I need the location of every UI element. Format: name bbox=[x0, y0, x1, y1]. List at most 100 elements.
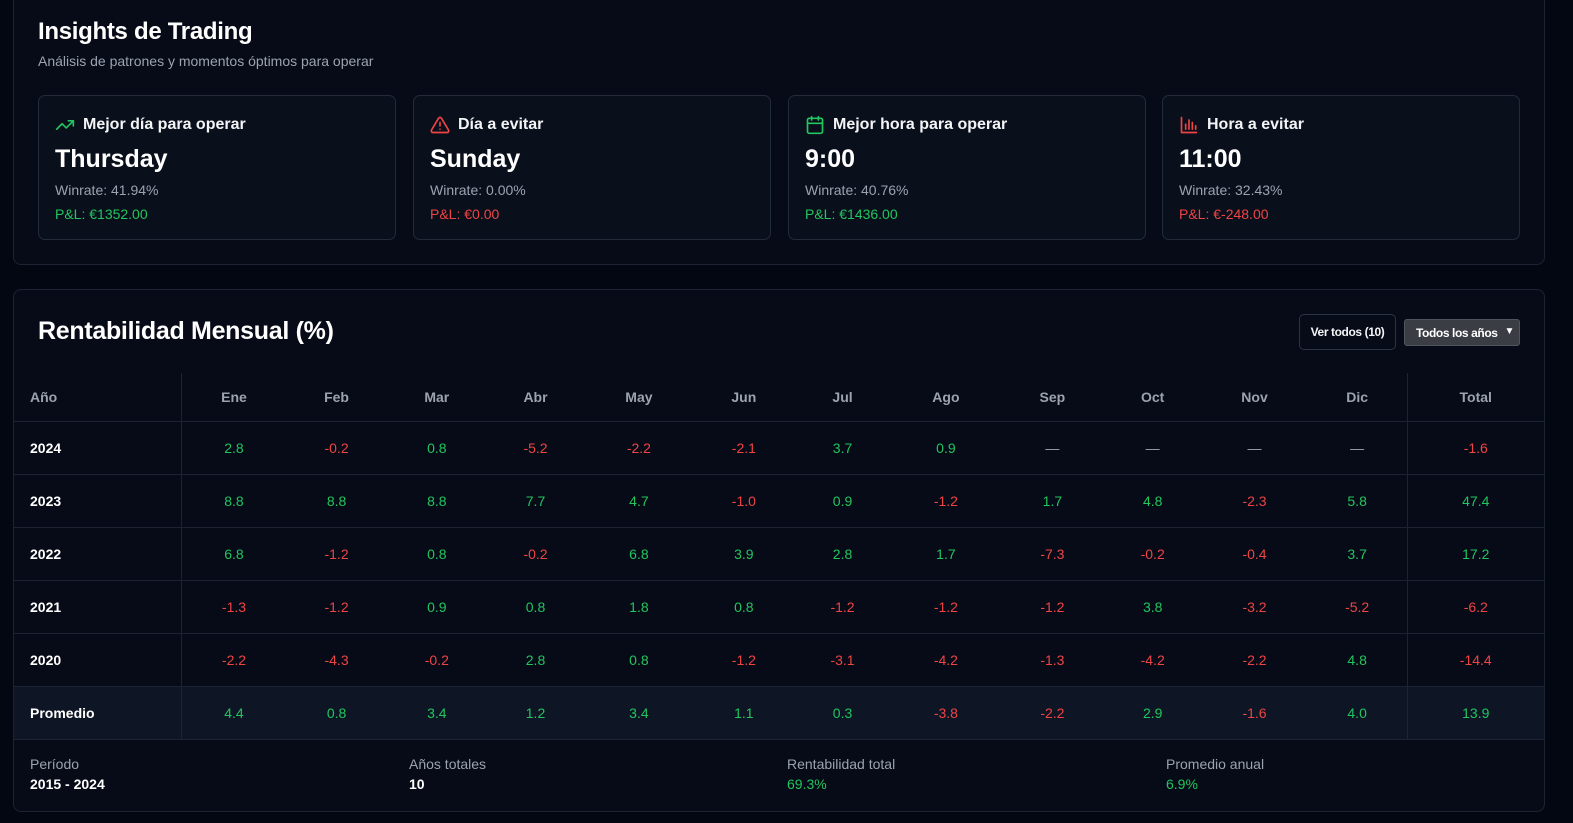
month-cell: -0.2 bbox=[386, 633, 487, 687]
month-cell: 4.8 bbox=[1104, 474, 1202, 528]
best-hour-card: Mejor hora para operar 9:00 Winrate: 40.… bbox=[788, 95, 1146, 240]
column-header: Sep bbox=[1000, 373, 1105, 422]
month-cell: 0.9 bbox=[891, 421, 1001, 475]
card-label: Mejor día para operar bbox=[83, 116, 246, 133]
monthly-returns-table: Año Ene Feb Mar Abr May Jun Jul Ago Sep Oct Nov Dic T… bbox=[14, 373, 1544, 740]
month-cell: -2.2 bbox=[1000, 686, 1105, 740]
summary-value: 69.3% bbox=[787, 776, 827, 792]
month-cell: 4.4 bbox=[181, 686, 287, 740]
column-header: Mar bbox=[386, 373, 487, 422]
month-cell: 8.8 bbox=[386, 474, 487, 528]
card-pl: P&L: €1436.00 bbox=[805, 206, 898, 222]
month-cell: -1.2 bbox=[286, 580, 387, 634]
month-cell: 1.7 bbox=[1000, 474, 1105, 528]
table-row: 2023 8.8 8.8 8.8 7.7 4.7 -1.0 0.9 -1.2 1.7 4.8 -2.3… bbox=[14, 474, 1544, 528]
year-cell: 2022 bbox=[14, 527, 182, 581]
table-header-row: Año Ene Feb Mar Abr May Jun Jul Ago Sep Oct Nov Dic T… bbox=[14, 373, 1544, 422]
year-filter-select[interactable]: Todos los años ▼ bbox=[1404, 319, 1520, 346]
month-cell: 0.8 bbox=[584, 633, 694, 687]
month-cell: -0.2 bbox=[486, 527, 585, 581]
month-cell: 6.8 bbox=[181, 527, 287, 581]
insights-panel: Insights de Trading Análisis de patrones… bbox=[13, 0, 1545, 265]
month-cell: 8.8 bbox=[181, 474, 287, 528]
card-pl: P&L: €1352.00 bbox=[55, 206, 148, 222]
month-cell: -5.2 bbox=[486, 421, 585, 475]
column-header: Feb bbox=[286, 373, 387, 422]
month-cell: -1.3 bbox=[181, 580, 287, 634]
card-winrate: Winrate: 0.00% bbox=[430, 182, 526, 198]
month-cell: -2.3 bbox=[1201, 474, 1308, 528]
card-label: Día a evitar bbox=[458, 116, 544, 133]
month-cell: -4.2 bbox=[891, 633, 1001, 687]
total-cell: 13.9 bbox=[1406, 686, 1544, 740]
month-cell: 0.8 bbox=[486, 580, 585, 634]
month-cell: 3.8 bbox=[1104, 580, 1202, 634]
calendar-icon bbox=[806, 115, 824, 135]
month-cell: -1.2 bbox=[793, 580, 892, 634]
summary-stat: Rentabilidad total 69.3% bbox=[787, 756, 895, 792]
best-day-card: Mejor día para operar Thursday Winrate: … bbox=[38, 95, 396, 240]
column-header: Oct bbox=[1104, 373, 1202, 422]
month-cell: 8.8 bbox=[286, 474, 387, 528]
column-header: Jul bbox=[793, 373, 892, 422]
bar-chart-icon bbox=[1180, 116, 1198, 134]
column-header: Abr bbox=[486, 373, 585, 422]
column-header: Dic bbox=[1307, 373, 1407, 422]
month-cell: 0.3 bbox=[793, 686, 892, 740]
summary-value: 10 bbox=[409, 776, 425, 792]
month-cell: -1.0 bbox=[693, 474, 794, 528]
summary-stat: Años totales 10 bbox=[409, 756, 486, 792]
card-value: 11:00 bbox=[1179, 145, 1242, 173]
alert-triangle-icon bbox=[430, 116, 450, 134]
avoid-hour-card: Hora a evitar 11:00 Winrate: 32.43% P&L:… bbox=[1162, 95, 1520, 240]
trending-up-icon bbox=[55, 120, 75, 130]
summary-label: Años totales bbox=[409, 756, 487, 772]
month-cell: 3.4 bbox=[584, 686, 694, 740]
summary-label: Rentabilidad total bbox=[787, 756, 896, 772]
month-cell: -1.2 bbox=[693, 633, 794, 687]
month-cell: -3.1 bbox=[793, 633, 892, 687]
card-label: Hora a evitar bbox=[1207, 116, 1304, 133]
month-cell: -0.2 bbox=[1104, 527, 1202, 581]
table-row: 2020 -2.2 -4.3 -0.2 2.8 0.8 -1.2 -3.1 -4.2 -1.3 -4… bbox=[14, 633, 1544, 687]
month-cell: 0.8 bbox=[693, 580, 794, 634]
summary-value: 2015 - 2024 bbox=[30, 776, 105, 792]
card-value: 9:00 bbox=[805, 145, 856, 173]
month-cell: 2.9 bbox=[1104, 686, 1202, 740]
table-row: 2021 -1.3 -1.2 0.9 0.8 1.8 0.8 -1.2 -1.2 -1.2 3.8-… bbox=[14, 580, 1544, 634]
month-cell: 0.9 bbox=[793, 474, 892, 528]
view-all-button[interactable]: Ver todos (10) bbox=[1299, 314, 1396, 350]
monthly-title: Rentabilidad Mensual (%) bbox=[38, 317, 334, 345]
month-cell: -0.2 bbox=[286, 421, 387, 475]
insights-title: Insights de Trading bbox=[38, 18, 253, 45]
table-row: 2022 6.8 -1.2 0.8 -0.2 6.8 3.9 2.8 1.7 -7.3 -0.2 -0… bbox=[14, 527, 1544, 581]
card-winrate: Winrate: 32.43% bbox=[1179, 182, 1283, 198]
column-header: Ene bbox=[181, 373, 287, 422]
month-cell: 4.8 bbox=[1307, 633, 1407, 687]
month-cell: -4.3 bbox=[286, 633, 387, 687]
table-row: 2024 2.8 -0.2 0.8 -5.2 -2.2 -2.1 3.7 0.9— — — — -1.6 bbox=[14, 421, 1544, 475]
month-cell: — bbox=[1000, 421, 1105, 475]
month-cell: 1.1 bbox=[693, 686, 794, 740]
total-cell: -14.4 bbox=[1406, 633, 1544, 687]
column-header: Jun bbox=[693, 373, 794, 422]
monthly-returns-panel: Rentabilidad Mensual (%) Ver todos (10) … bbox=[13, 289, 1545, 812]
month-cell: 3.7 bbox=[1307, 527, 1407, 581]
month-cell: — bbox=[1104, 421, 1202, 475]
month-cell: -1.6 bbox=[1201, 686, 1308, 740]
average-label: Promedio bbox=[14, 686, 182, 740]
column-header: May bbox=[584, 373, 694, 422]
month-cell: 2.8 bbox=[486, 633, 585, 687]
month-cell: 3.9 bbox=[693, 527, 794, 581]
column-header: Año bbox=[14, 373, 182, 422]
month-cell: -1.3 bbox=[1000, 633, 1105, 687]
year-cell: 2021 bbox=[14, 580, 182, 634]
month-cell: 1.8 bbox=[584, 580, 694, 634]
year-filter-value: Todos los años bbox=[1416, 325, 1498, 340]
card-value: Sunday bbox=[430, 145, 521, 173]
card-winrate: Winrate: 40.76% bbox=[805, 182, 909, 198]
month-cell: -2.2 bbox=[181, 633, 287, 687]
month-cell: -2.2 bbox=[584, 421, 694, 475]
month-cell: 1.2 bbox=[486, 686, 585, 740]
average-row: Promedio 4.4 0.8 3.4 1.2 3.4 1.1 0.3 -3.8 -2.2 2.9… bbox=[14, 686, 1544, 740]
